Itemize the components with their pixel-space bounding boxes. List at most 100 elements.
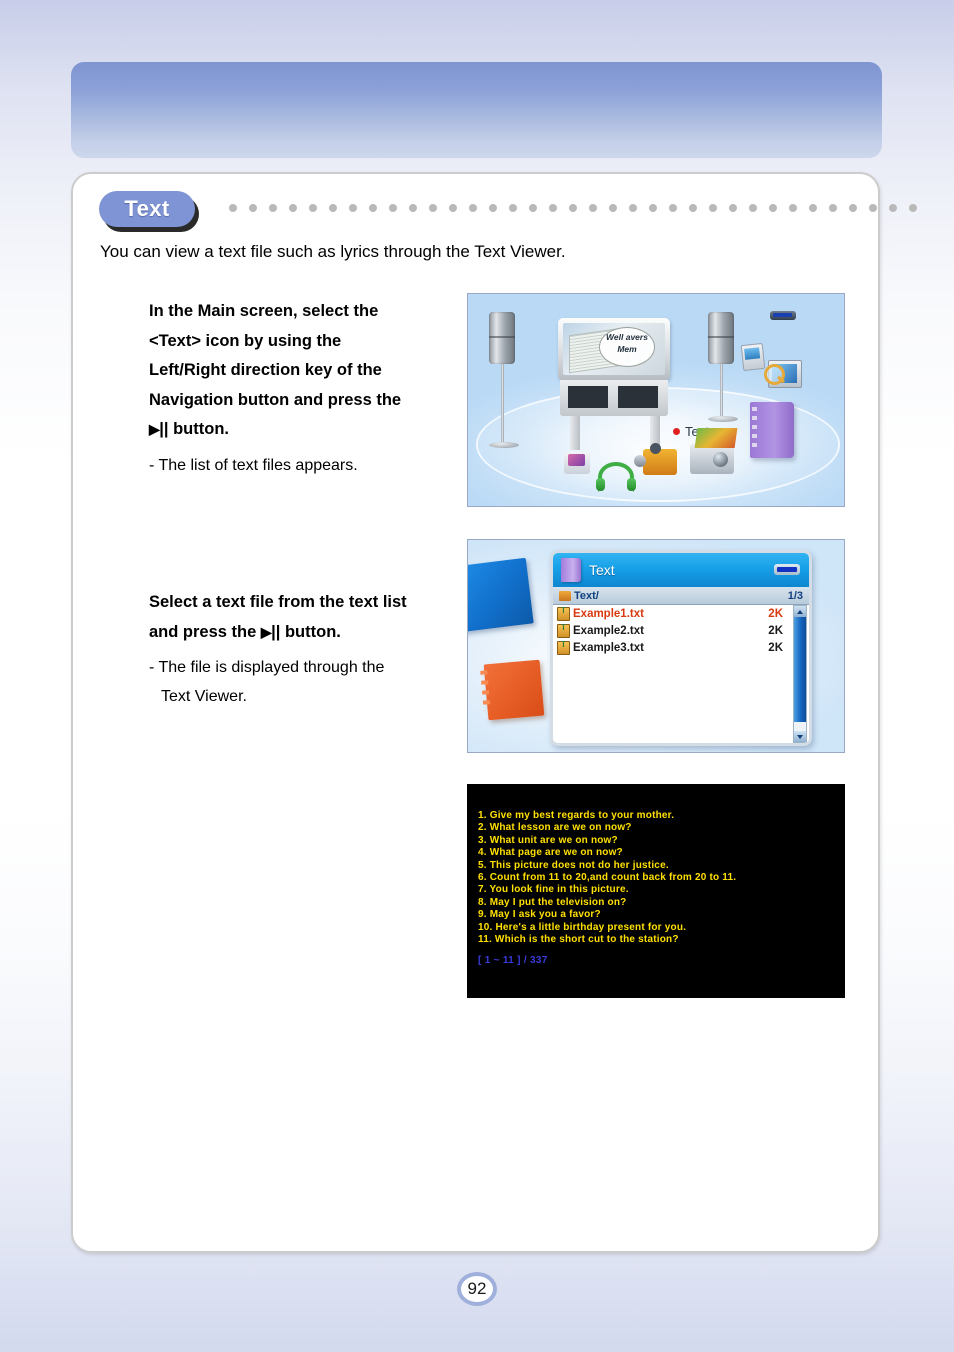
content-card: Text You can view a text file such as ly… [71, 172, 917, 1253]
text-book-icon [558, 556, 581, 582]
step-2-note-line-2: Text Viewer. [161, 688, 247, 705]
rule-dot [769, 204, 777, 212]
rule-dot [269, 204, 277, 212]
viewer-line: 2. What lesson are we on now? [478, 822, 632, 834]
file-name: Example3.txt [573, 641, 644, 654]
file-size: 2K [768, 641, 783, 654]
screenshot-main-menu: Well avers Mem Text [467, 293, 845, 507]
rule-dot [509, 204, 517, 212]
step-1-title-line-2: <Text> icon by using the [149, 331, 342, 350]
blue-notebook-icon [468, 557, 534, 633]
folder-icon [559, 590, 571, 601]
battery-icon [770, 311, 796, 320]
page-number: 92 [457, 1272, 497, 1306]
photo-icon [740, 342, 766, 372]
device-screen: Text Text/ 1/3 Example1.txt 2K Example2.… [550, 550, 812, 746]
scroll-down-arrow-icon[interactable] [794, 731, 806, 742]
play-icon: ▶ [149, 421, 160, 437]
breadcrumb: Text/ 1/3 [553, 587, 809, 605]
viewer-status: [ 1 ~ 11 ] / 337 [478, 955, 548, 967]
viewer-line: 8. May I put the television on? [478, 896, 627, 908]
rule-dot [369, 204, 377, 212]
orange-notebook-icon [483, 659, 545, 721]
file-name: Example1.txt [573, 607, 644, 620]
rule-dot [329, 204, 337, 212]
rule-dot [389, 204, 397, 212]
viewer-line: 6. Count from 11 to 20,and count back fr… [478, 872, 737, 884]
step-1-button-text: || button. [159, 420, 229, 438]
rule-dot [609, 204, 617, 212]
viewer-line: 1. Give my best regards to your mother. [478, 810, 675, 821]
section-tab: Text [99, 191, 199, 232]
rule-dot [669, 204, 677, 212]
step-2-title-line-1: Select a text file from the text list [149, 593, 407, 611]
rule-dot [689, 204, 697, 212]
rule-dot [849, 204, 857, 212]
step-1: In the Main screen, select the <Text> ic… [149, 297, 469, 480]
rule-dot [229, 204, 237, 212]
camcorder-icon [634, 443, 677, 475]
rule-dot [409, 204, 417, 212]
rule-dot [429, 204, 437, 212]
rule-dot [749, 204, 757, 212]
dotted-rule [229, 204, 917, 214]
viewer-line: 10. Here's a little birthday present for… [478, 921, 687, 933]
scrollbar[interactable] [793, 605, 807, 743]
viewer-line: 9. May I ask you a favor? [478, 909, 601, 921]
screenshot-text-viewer: 1. Give my best regards to your mother. … [467, 784, 845, 998]
page-indicator: 1/3 [787, 589, 803, 602]
viewer-line: 4. What page are we on now? [478, 847, 623, 859]
rule-dot [729, 204, 737, 212]
step-1-title-line-4: Navigation button and press the [149, 390, 402, 409]
step-2-title-prefix: and press the [149, 622, 261, 641]
step-1-title-line-3: Left/Right direction key of the [149, 361, 382, 379]
rule-dot [349, 204, 357, 212]
rule-dot [649, 204, 657, 212]
scrollbar-thumb[interactable] [794, 617, 806, 722]
screenshot-file-list: Text Text/ 1/3 Example1.txt 2K Example2.… [467, 539, 845, 753]
battery-icon [774, 564, 800, 575]
file-size: 2K [768, 607, 783, 620]
rule-dot [909, 204, 917, 212]
file-size: 2K [768, 624, 783, 637]
text-file-icon [557, 640, 570, 655]
section-header: Text [99, 191, 917, 233]
scroll-up-arrow-icon[interactable] [794, 606, 806, 617]
text-file-icon [557, 623, 570, 638]
rule-dot [489, 204, 497, 212]
step-1-note-line-1: - The list of text files appears. [149, 456, 358, 474]
magnifier-icon [764, 364, 785, 385]
device-title-label: Text [589, 562, 615, 578]
viewer-line: 3. What unit are we on now? [478, 834, 618, 846]
list-item[interactable]: Example2.txt 2K [553, 622, 809, 639]
step-1-title-line-1: In the Main screen, select the [149, 302, 379, 320]
step-2-note-line-1: - The file is displayed through the [149, 659, 385, 676]
text-file-icon [557, 606, 570, 621]
breadcrumb-path: Text/ [574, 589, 599, 602]
list-item[interactable]: Example3.txt 2K [553, 639, 809, 656]
selection-dot-icon [673, 428, 680, 435]
step-2-button-text: || button. [271, 622, 341, 641]
step-1-note: - The list of text files appears. [149, 451, 469, 480]
rule-dot [869, 204, 877, 212]
play-icon: ▶ [260, 623, 272, 640]
viewer-line: 11. Which is the short cut to the statio… [478, 934, 679, 946]
section-tab-label: Text [99, 191, 195, 227]
text-viewer-screen: 1. Give my best regards to your mother. … [468, 785, 844, 997]
rule-dot [529, 204, 537, 212]
magnifier-text: Well avers Mem [599, 327, 655, 367]
step-2-note: - The file is displayed through the Text… [149, 653, 469, 711]
step-2-title-line-2: and press the ▶|| button. [149, 618, 469, 648]
speaker-right-icon [708, 312, 738, 422]
game-icon [564, 452, 590, 474]
list-item[interactable]: Example1.txt 2K [553, 605, 809, 622]
digital-camera-icon [690, 444, 734, 474]
viewer-line: 7. You look fine in this picture. [478, 884, 629, 896]
headphone-icon [596, 462, 636, 492]
file-name: Example2.txt [573, 624, 644, 637]
viewer-line: 5. This picture does not do her justice. [478, 859, 669, 871]
rule-dot [589, 204, 597, 212]
device-titlebar: Text [553, 553, 809, 587]
text-book-icon[interactable] [744, 397, 794, 458]
step-2-title: Select a text file from the text list an… [149, 588, 469, 647]
